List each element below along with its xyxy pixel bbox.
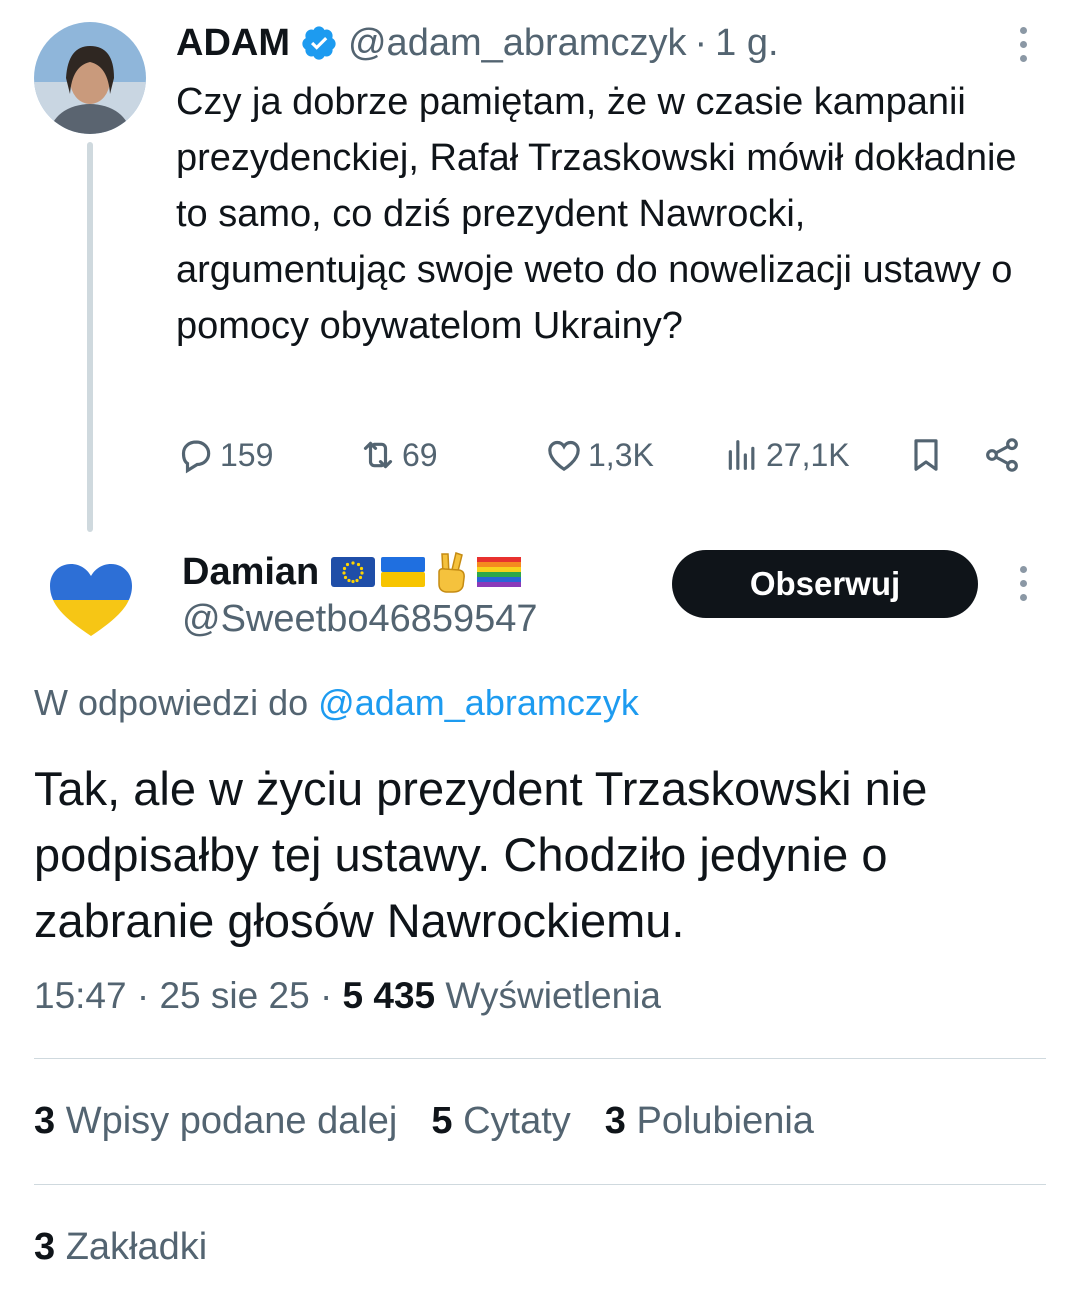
bookmark-icon [914, 439, 938, 471]
tweet-meta: 15:47 · 25 sie 25 · 5 435 Wyświetlenia [34, 975, 661, 1017]
likes-stat[interactable]: 3 Polubienia [605, 1100, 814, 1143]
author-name[interactable]: ADAM [176, 22, 290, 65]
reposts-stat[interactable]: 3 Wpisy podane dalej [34, 1100, 397, 1143]
reply-button[interactable]: 159 [176, 430, 273, 480]
reply-author-name[interactable]: Damian [182, 551, 319, 594]
ukraine-flag-icon [381, 557, 426, 587]
engagement-stats: 3 Wpisy podane dalej 5 Cytaty 3 Polubien… [34, 1100, 814, 1143]
bookmarks-stat-count: 3 [34, 1226, 56, 1268]
share-icon [986, 438, 1018, 472]
quotes-stat[interactable]: 5 Cytaty [431, 1100, 570, 1143]
tweet-text: Czy ja dobrze pamiętam, że w czasie kamp… [176, 81, 1017, 347]
avatar[interactable] [34, 22, 146, 134]
rainbow-flag-icon [477, 557, 522, 587]
reply-date[interactable]: 25 sie 25 [159, 975, 309, 1016]
separator: · [319, 975, 333, 1016]
repost-button[interactable]: 69 [358, 430, 438, 480]
reply-context: W odpowiedzi do @adam_abramczyk [34, 682, 639, 724]
avatar[interactable] [46, 560, 136, 640]
reply-text: Tak, ale w życiu prezydent Trzaskowski n… [34, 762, 928, 947]
share-button[interactable] [982, 430, 1022, 480]
reply-author-handle[interactable]: @Sweetbo46859547 [182, 598, 538, 641]
more-options-icon[interactable] [1017, 566, 1029, 601]
heart-icon [548, 440, 580, 472]
bookmarks-stat[interactable]: 3 Zakładki [34, 1226, 207, 1269]
eu-flag-icon [331, 557, 376, 587]
reply-to-prefix: W odpowiedzi do [34, 682, 309, 723]
tweet-header: ADAM @adam_abramczyk · 1 g. [176, 18, 779, 68]
views-button[interactable]: 27,1K [722, 430, 850, 480]
like-button[interactable]: 1,3K [544, 430, 654, 480]
tweet-time[interactable]: 1 g. [715, 22, 778, 65]
views-label: Wyświetlenia [445, 975, 661, 1016]
like-count: 1,3K [588, 436, 654, 473]
bookmarks-stat-label: Zakładki [65, 1226, 208, 1268]
reposts-stat-label: Wpisy podane dalej [65, 1100, 398, 1142]
repost-icon [363, 441, 393, 469]
analytics-icon [728, 440, 755, 470]
reply-time[interactable]: 15:47 [34, 975, 127, 1016]
quotes-stat-label: Cytaty [463, 1100, 571, 1142]
victory-hand-icon [438, 552, 466, 593]
views-count: 5 435 [342, 975, 436, 1016]
verified-badge-icon [302, 26, 336, 60]
reposts-stat-count: 3 [34, 1100, 56, 1142]
reply-to-mention[interactable]: @adam_abramczyk [318, 682, 639, 723]
reply-author-row: Damian [182, 546, 522, 598]
thread-line [87, 142, 93, 532]
likes-stat-label: Polubienia [636, 1100, 814, 1142]
separator: · [136, 975, 150, 1016]
divider [34, 1058, 1046, 1059]
separator: · [694, 21, 708, 64]
author-handle[interactable]: @adam_abramczyk [348, 22, 686, 65]
bookmark-button[interactable] [906, 430, 946, 480]
more-options-icon[interactable] [1017, 27, 1029, 62]
quotes-stat-count: 5 [431, 1100, 453, 1142]
repost-count: 69 [402, 436, 438, 473]
divider [34, 1184, 1046, 1185]
likes-stat-count: 3 [604, 1100, 626, 1142]
reply-count: 159 [220, 436, 274, 473]
follow-button[interactable]: Obserwuj [672, 550, 978, 618]
reply-icon [181, 440, 211, 474]
tweet-actions: 159 69 1,3K 27,1K [176, 430, 1036, 480]
views-count: 27,1K [766, 436, 850, 473]
